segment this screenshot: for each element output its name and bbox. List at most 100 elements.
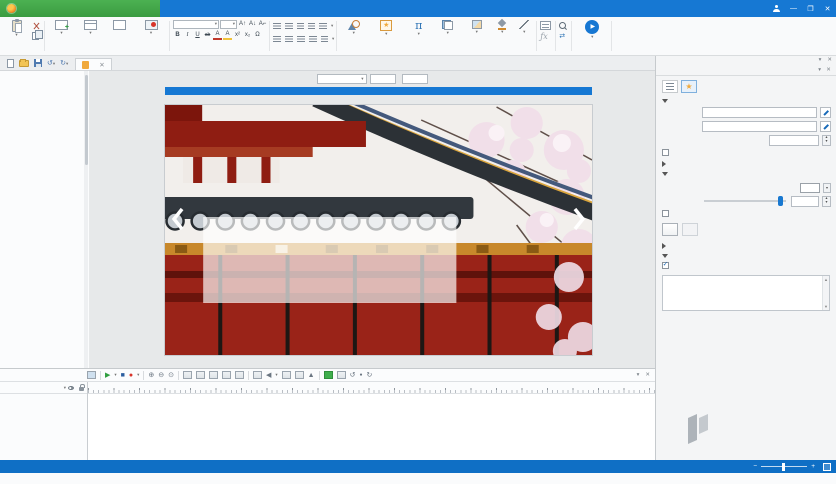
align-left-icon[interactable]: [273, 36, 281, 42]
auto-advance-row[interactable]: [656, 147, 836, 158]
fit-to-window-icon[interactable]: [823, 462, 831, 471]
dock-close-icon[interactable]: ✕: [827, 57, 832, 63]
document-tab[interactable]: ✕: [75, 58, 112, 70]
section-layout-height[interactable]: [656, 158, 836, 169]
dot-icon[interactable]: ●: [359, 372, 362, 378]
record-narration-button[interactable]: ●: [129, 372, 133, 379]
play-button[interactable]: ▶: [105, 372, 110, 379]
edit-description-button[interactable]: [820, 120, 831, 132]
account-button[interactable]: [768, 0, 785, 17]
close-button[interactable]: ✕: [819, 0, 836, 17]
tab-size-properties[interactable]: [662, 80, 678, 93]
duration-input[interactable]: [769, 134, 819, 146]
duration-stepper[interactable]: ▲ ▼: [822, 134, 831, 146]
panel-close-icon[interactable]: ✕: [826, 67, 831, 73]
copy-button[interactable]: [32, 29, 43, 40]
align-right-icon[interactable]: [297, 36, 305, 42]
undo-button[interactable]: ↺▾: [47, 59, 55, 67]
text-direction-icon[interactable]: [321, 36, 328, 42]
strikethrough-button[interactable]: ab: [203, 31, 212, 39]
color-swatch[interactable]: [800, 182, 820, 193]
tab-slide-properties[interactable]: ★: [681, 80, 697, 93]
find-button[interactable]: [559, 21, 569, 30]
font-color-button[interactable]: A: [213, 30, 222, 40]
settings-icon[interactable]: [336, 371, 346, 379]
slide-canvas[interactable]: [165, 105, 592, 355]
fill-button[interactable]: ▾: [492, 19, 512, 34]
html5-preview-button[interactable]: ▶ ▾: [575, 19, 609, 39]
restore-button[interactable]: ❐: [802, 0, 819, 17]
reference-button[interactable]: ƒx: [540, 32, 549, 41]
line-spacing-icon[interactable]: [319, 23, 327, 29]
timeline-selector[interactable]: ▾: [0, 382, 87, 394]
timeline-close-icon[interactable]: ✕: [645, 372, 650, 378]
section-background-fill[interactable]: [656, 169, 836, 178]
copy-range-icon[interactable]: [196, 371, 206, 379]
timeline-menu-icon[interactable]: ▾: [637, 372, 640, 378]
refresh-icon[interactable]: ↻: [367, 372, 373, 379]
zoom-slider[interactable]: [761, 462, 808, 471]
decrease-font-button[interactable]: A↓: [248, 20, 257, 28]
pin-icon[interactable]: ▾: [818, 67, 821, 73]
save-icon[interactable]: [34, 59, 42, 67]
description-input[interactable]: [702, 120, 817, 132]
opacity-slider-thumb[interactable]: [777, 196, 783, 206]
apply-to-all-button[interactable]: [662, 223, 678, 236]
zoom-in-icon[interactable]: ⊕: [148, 372, 154, 379]
section-accessibility[interactable]: [656, 251, 836, 260]
shapes-button[interactable]: ▾: [340, 19, 367, 35]
canvas-height-input[interactable]: [401, 73, 428, 84]
insert-caption-icon[interactable]: [323, 371, 333, 379]
highlight-button[interactable]: A: [223, 30, 232, 40]
paste-button[interactable]: ▾: [3, 19, 30, 37]
fade-in-icon[interactable]: [281, 371, 291, 379]
open-folder-icon[interactable]: [19, 58, 29, 67]
subscript-button[interactable]: x₂: [243, 31, 252, 39]
stop-button[interactable]: ■: [121, 372, 125, 379]
superscript-button[interactable]: x²: [233, 31, 242, 39]
minimize-button[interactable]: —: [785, 0, 802, 17]
record-screen-button[interactable]: ▾: [135, 19, 167, 35]
new-slide-button[interactable]: ▾: [48, 19, 75, 35]
redo-button[interactable]: ↻▾: [60, 59, 68, 67]
zoom-slider-thumb[interactable]: [781, 462, 785, 471]
increase-font-button[interactable]: A↑: [238, 20, 247, 28]
title-text-box[interactable]: [203, 217, 457, 303]
accessibility-textarea[interactable]: ▲ ▼: [662, 275, 830, 311]
split-audio-icon[interactable]: [235, 371, 245, 379]
font-family-select[interactable]: ▾: [173, 19, 219, 29]
auto-label-row[interactable]: ✓: [656, 260, 836, 271]
layout-button[interactable]: ▾: [77, 19, 104, 35]
numbered-list-icon[interactable]: [285, 23, 293, 29]
variables-button[interactable]: [540, 21, 553, 30]
align-center-icon[interactable]: [285, 36, 293, 42]
new-document-icon[interactable]: [7, 58, 14, 68]
slides-panel-scrollbar[interactable]: [84, 71, 88, 368]
hide-background-graphics-row[interactable]: [656, 208, 836, 219]
timeline-ruler[interactable]: [88, 382, 655, 394]
opacity-input[interactable]: [791, 195, 819, 207]
pane-toggle-icon[interactable]: [87, 371, 96, 379]
dock-menu-icon[interactable]: ▾: [819, 57, 822, 63]
delete-range-icon[interactable]: [209, 371, 219, 379]
replace-button[interactable]: ⇄: [559, 32, 567, 41]
zoom-fit-icon[interactable]: ⊙: [168, 372, 174, 379]
hide-background-graphics-checkbox[interactable]: [662, 210, 669, 217]
edit-name-button[interactable]: [820, 106, 831, 118]
quick-style-button[interactable]: ▾: [463, 19, 490, 34]
canvas-width-input[interactable]: [369, 73, 396, 84]
clear-formatting-button[interactable]: A⌐: [258, 20, 267, 28]
opacity-slider[interactable]: [704, 196, 786, 206]
freeze-frame-icon[interactable]: ▲: [308, 372, 315, 379]
italic-button[interactable]: I: [183, 31, 192, 39]
underline-button[interactable]: U: [193, 31, 202, 39]
textarea-scrollbar[interactable]: ▲ ▼: [822, 276, 829, 310]
fade-out-icon[interactable]: [294, 371, 304, 379]
increase-indent-icon[interactable]: [308, 23, 315, 29]
insert-time-icon[interactable]: [253, 371, 263, 379]
undo-zoom-icon[interactable]: ↺: [350, 372, 356, 379]
zoom-out-icon[interactable]: ⊖: [158, 372, 164, 379]
size-preset-select[interactable]: ▾: [316, 73, 367, 84]
zoom-out-button[interactable]: −: [753, 463, 757, 470]
app-menu-button[interactable]: [0, 0, 160, 17]
